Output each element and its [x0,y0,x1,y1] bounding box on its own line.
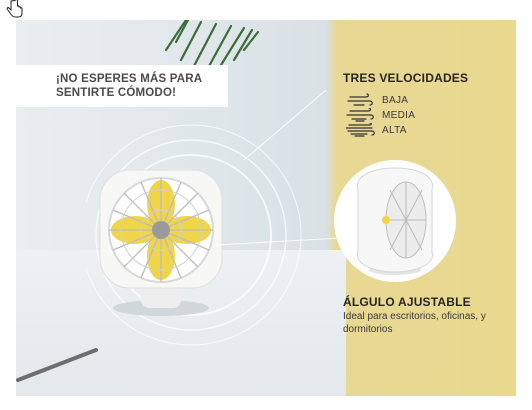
hand-cursor-icon [6,0,23,18]
product-banner: ¡NO ESPERES MÁS PARA SENTIRTE CÓMODO! TR… [16,20,516,396]
rotated-fan-image [357,167,433,275]
headline-text: ¡NO ESPERES MÁS PARA SENTIRTE CÓMODO! [56,73,202,99]
wind-icon [346,123,375,137]
speeds-title: TRES VELOCIDADES [343,71,469,85]
speed-item-low: BAJA [346,93,408,107]
wind-icon [346,108,374,122]
adjustable-fan-circle [334,160,456,282]
speed-label-medium: MEDIA [382,109,416,121]
adjustable-description: Ideal para escritorios, oficinas, y dorm… [343,311,486,335]
speed-label-low: BAJA [382,94,409,106]
speed-item-medium: MEDIA [346,108,415,122]
adjustable-title: ÁLGULO AJUSTABLE [343,295,471,309]
speed-label-high: ALTA [382,124,407,136]
wind-icon [347,93,373,106]
speed-item-high: ALTA [346,123,407,137]
